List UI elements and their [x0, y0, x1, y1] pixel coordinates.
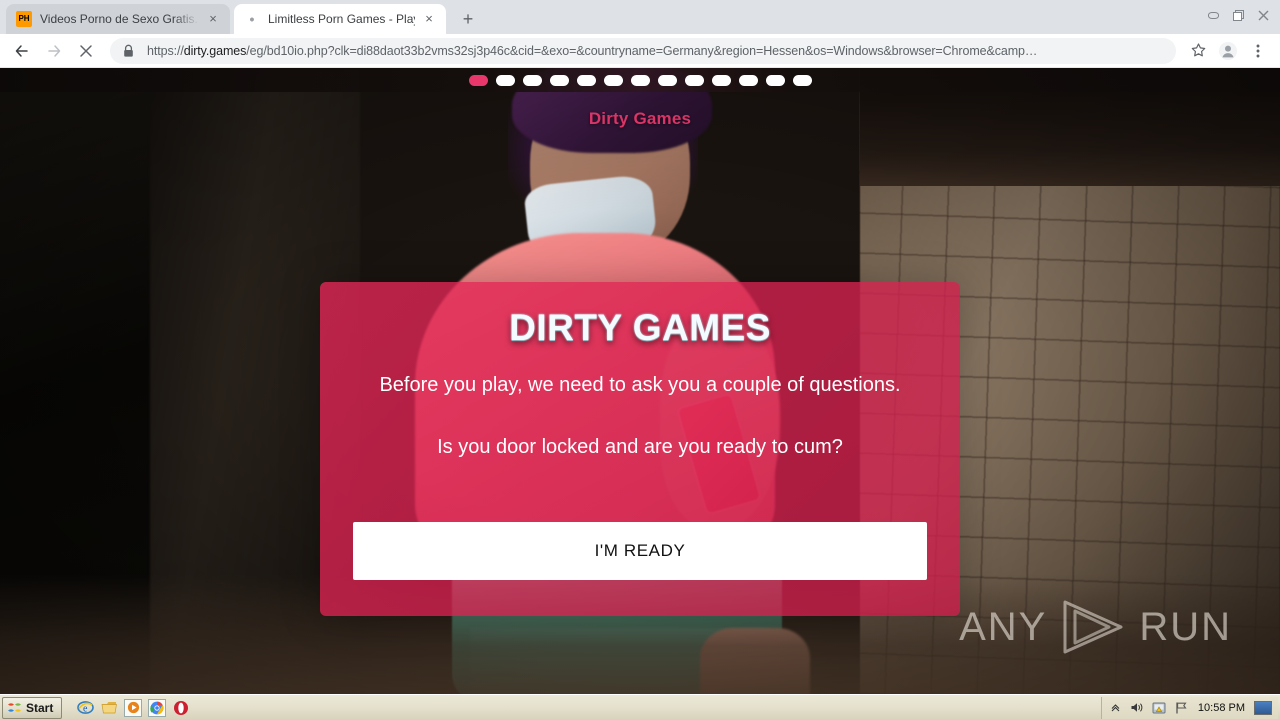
card-intro-text: Before you play, we need to ask you a co…	[379, 374, 901, 396]
anyrun-watermark: ANY RUN	[959, 598, 1232, 656]
show-desktop-tray-icon[interactable]	[1254, 700, 1272, 715]
progress-dot[interactable]	[549, 74, 569, 86]
url-path: /eg/bd10io.php?clk=di88daot33b2vms32sj3p…	[246, 43, 1038, 58]
start-button-label: Start	[26, 700, 54, 715]
minimize-icon[interactable]	[1201, 4, 1226, 26]
speaker-icon[interactable]	[1130, 700, 1145, 715]
windows-media-player-icon[interactable]	[124, 698, 143, 717]
watermark-any-text: ANY	[959, 604, 1048, 649]
browser-toolbar: https://dirty.games/eg/bd10io.php?clk=di…	[0, 34, 1280, 68]
url-host: dirty.games	[183, 43, 247, 58]
loading-spinner-icon: •	[249, 11, 255, 27]
progress-dot[interactable]	[576, 74, 596, 86]
tab-strip: PH Videos Porno de Sexo Gratis. Pelicula…	[0, 0, 1280, 34]
start-button[interactable]: Start	[2, 696, 63, 719]
progress-dot[interactable]	[711, 74, 731, 86]
url-text: https://dirty.games/eg/bd10io.php?clk=di…	[147, 44, 1037, 58]
browser-window: PH Videos Porno de Sexo Gratis. Pelicula…	[0, 0, 1280, 694]
back-arrow-icon[interactable]	[8, 37, 36, 65]
page-viewport: Dirty Games DIRTY GAMES Before you play,…	[0, 68, 1280, 694]
ph-logo-icon: PH	[16, 11, 32, 27]
site-logo: Dirty Games	[588, 109, 692, 128]
svg-text:e: e	[83, 704, 88, 715]
browser-tab-1[interactable]: • Limitless Porn Games - Play Now ×	[234, 4, 446, 34]
tab-close-button[interactable]: ×	[205, 11, 221, 27]
opera-browser-icon[interactable]	[172, 699, 190, 717]
system-tray: 10:58 PM	[1100, 696, 1278, 719]
taskbar-clock[interactable]: 10:58 PM	[1196, 702, 1247, 714]
window-controls	[1201, 2, 1276, 28]
progress-dot[interactable]	[603, 74, 623, 86]
quick-launch-bar: e	[76, 698, 190, 717]
stop-x-icon[interactable]	[72, 37, 100, 65]
url-scheme: https://	[147, 43, 184, 58]
forward-arrow-icon	[40, 37, 68, 65]
windows-flag-icon	[8, 703, 21, 712]
internet-explorer-icon[interactable]: e	[76, 699, 94, 717]
progress-dot[interactable]	[630, 74, 650, 86]
watermark-run-text: RUN	[1139, 604, 1232, 649]
progress-dot[interactable]	[765, 74, 785, 86]
new-tab-button[interactable]: +	[454, 5, 482, 33]
account-avatar-icon[interactable]	[1214, 37, 1242, 65]
restore-icon[interactable]	[1226, 4, 1251, 26]
tab-title: Videos Porno de Sexo Gratis. Pelicula	[40, 12, 199, 26]
three-dot-menu-icon[interactable]	[1244, 37, 1272, 65]
address-bar[interactable]: https://dirty.games/eg/bd10io.php?clk=di…	[110, 37, 1176, 64]
progress-dot[interactable]	[657, 74, 677, 86]
toolbar-actions	[1182, 37, 1272, 65]
windows-taskbar: Start e 10:58 PM	[0, 694, 1280, 720]
lock-icon	[122, 44, 138, 58]
tab-title: Limitless Porn Games - Play Now	[268, 12, 415, 26]
tab-close-button[interactable]: ×	[421, 11, 437, 27]
network-flag-icon[interactable]	[1174, 700, 1189, 715]
browser-tab-0[interactable]: PH Videos Porno de Sexo Gratis. Pelicula…	[6, 4, 230, 34]
progress-dots	[0, 68, 1280, 92]
play-triangle-icon	[1063, 600, 1123, 654]
google-chrome-icon[interactable]	[148, 698, 167, 717]
chevron-up-icon[interactable]	[1108, 700, 1123, 715]
progress-dot[interactable]	[684, 74, 704, 86]
show-desktop-icon[interactable]	[100, 699, 118, 717]
card-question-text: Is you door locked and are you ready to …	[437, 436, 843, 458]
offer-card: DIRTY GAMES Before you play, we need to …	[320, 282, 960, 616]
security-shield-icon[interactable]	[1152, 700, 1167, 715]
close-icon[interactable]	[1251, 4, 1276, 26]
progress-dot[interactable]	[522, 74, 542, 86]
progress-dot[interactable]	[495, 74, 515, 86]
progress-dot[interactable]	[792, 74, 812, 86]
card-title: DIRTY GAMES	[509, 307, 771, 348]
progress-dot[interactable]	[738, 74, 758, 86]
im-ready-button[interactable]: I'M READY	[353, 522, 927, 580]
star-icon[interactable]	[1184, 37, 1212, 65]
progress-dot[interactable]	[468, 74, 488, 86]
